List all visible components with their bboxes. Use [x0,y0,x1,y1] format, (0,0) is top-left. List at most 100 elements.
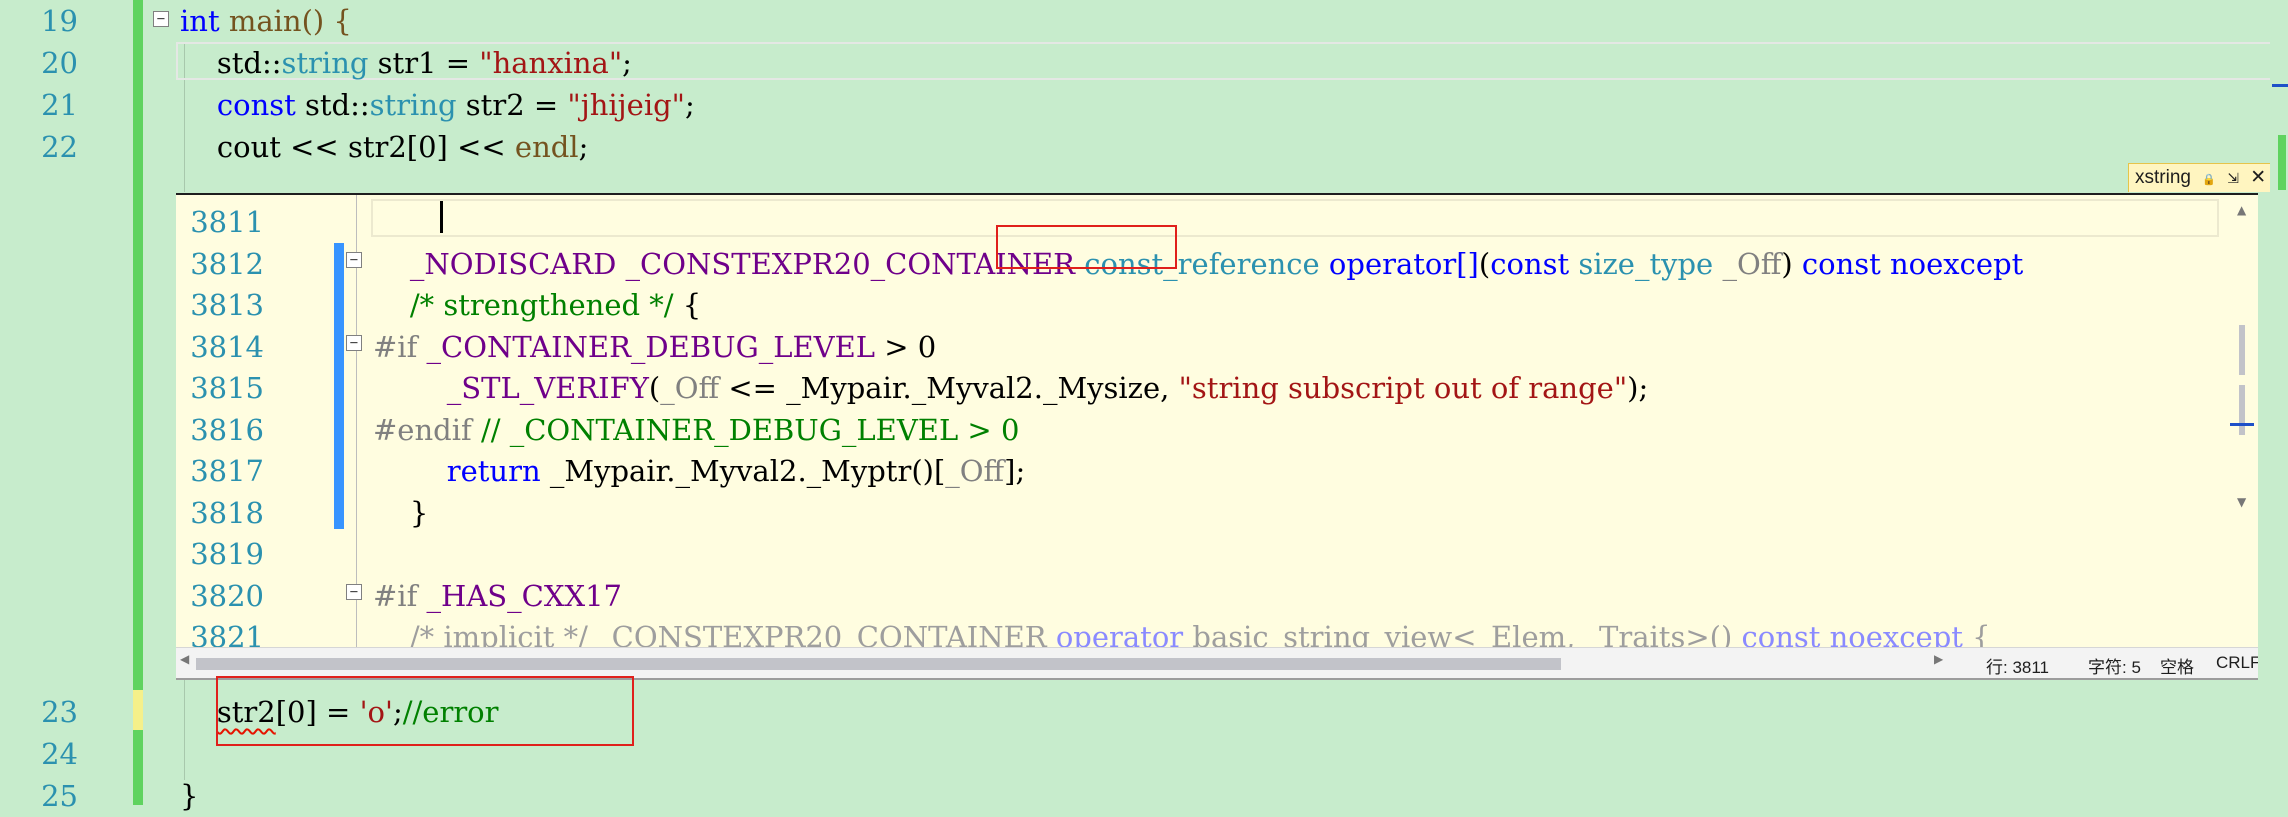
highlight-error-line [216,676,634,746]
code-token: /* strengthened */ [373,288,674,322]
code-token: ; [578,130,589,164]
peek-line-number: 3817 [190,454,264,488]
peek-line-number: 3816 [190,412,264,447]
peek-line-number: 3818 [190,495,264,530]
highlight-const-reference [996,225,1177,269]
code-token: ]; [1004,454,1026,488]
peek-tab-label: xstring [2135,167,2191,188]
peek-status-bar: ◀ ▶ 行: 3811 字符: 5 空格 CRLF [176,647,2258,678]
code-token: _Off [945,454,1005,488]
peek-code-line[interactable]: #endif // _CONTAINER_DEBUG_LEVEL > 0 [373,410,1019,452]
scroll-mark [2230,423,2254,426]
collapse-3820-icon[interactable]: − [346,584,362,600]
code-token: cout << str2[0] << [180,130,515,164]
code-token: "hanxina" [479,46,623,80]
peek-line-number: 3819 [190,537,264,571]
scroll-right-arrow-icon[interactable]: ▶ [1934,652,1943,666]
collapse-main-icon[interactable]: − [153,11,169,27]
peek-definition-tab[interactable]: xstring 🔒 ⇲ ✕ [2128,163,2274,192]
code-line[interactable]: cout << str2[0] << endl; [180,126,589,168]
code-token: } [180,779,199,813]
peek-code-line[interactable]: _STL_VERIFY(_Off <= _Mypair._Myval2._Mys… [373,368,1649,410]
code-token: "jhijeig" [567,88,686,122]
code-token: ( [648,371,661,405]
peek-line-number: 3814 [190,329,264,364]
code-line[interactable]: int main() { [180,0,352,42]
code-line[interactable]: const std::string str2 = "jhijeig"; [180,84,695,126]
code-token: ); [1627,371,1649,405]
scroll-left-arrow-icon[interactable]: ◀ [180,652,189,666]
code-token: _HAS_CXX17 [426,578,623,613]
code-token: _STL_VERIFY [373,371,649,405]
code-token: operator[] [1328,246,1479,281]
peek-line-number: 3811 [190,205,264,239]
close-icon[interactable]: ✕ [2250,167,2266,188]
peek-code-line[interactable]: return _Mypair._Myval2._Myptr()[_Off]; [373,451,1026,493]
code-token: _Off [1722,246,1782,281]
peek-code-line[interactable]: #if _CONTAINER_DEBUG_LEVEL > 0 [373,327,936,369]
code-line[interactable]: } [180,775,198,817]
scroll-thumb[interactable] [2239,325,2245,375]
peek-line-number: 3813 [190,288,264,322]
code-token: string [369,88,457,122]
status-line[interactable]: 行: 3811 [1986,653,2049,678]
overview-change-mark [2278,135,2286,190]
code-token: ( [1478,246,1491,281]
code-token: std:: [295,88,370,122]
peek-code-line[interactable]: } [373,493,428,535]
code-token: ) [1781,246,1802,281]
horizontal-scroll-thumb[interactable] [196,658,1561,670]
line-number: 25 [41,779,78,813]
collapse-3814-icon[interactable]: − [346,335,362,351]
peek-change-bar [334,243,344,529]
code-token: #if [373,578,427,613]
line-number: 24 [41,737,78,771]
code-token: const [1490,246,1570,281]
code-token: return [446,454,541,488]
code-token: endl [514,130,579,164]
line-number: 23 [41,695,78,729]
code-token: size_type [1578,246,1714,281]
peek-definition-window: − − − 3811 3812 _NODISCARD _CONSTEXPR20_C… [176,193,2258,680]
peek-code-line[interactable]: #if _HAS_CXX17 [373,576,622,618]
code-token: // _CONTAINER_DEBUG_LEVEL > 0 [480,412,1020,447]
code-token: str1 = [368,46,480,80]
overview-ruler[interactable] [2270,0,2288,805]
code-token: int [180,4,220,38]
code-token: string [281,46,369,80]
code-token: ; [685,88,695,122]
code-token: const noexcept [1801,246,2024,281]
code-token: { [673,288,702,322]
pin-icon[interactable]: 🔒 [2202,174,2216,186]
code-token: str2 = [456,88,568,122]
line-number: 20 [41,46,78,80]
peek-line-number: 3815 [190,371,264,405]
code-token: > 0 [875,329,937,364]
peek-code-line[interactable]: /* strengthened */ { [373,285,701,327]
code-line[interactable]: std::string str1 = "hanxina"; [180,42,632,84]
promote-to-document-icon[interactable]: ⇲ [2227,170,2239,186]
peek-vertical-scrollbar[interactable]: ▲ ▼ [2228,195,2258,644]
scroll-up-arrow-icon[interactable]: ▲ [2237,203,2246,217]
change-indicator-bar [133,0,143,805]
code-token: _NODISCARD _CONSTEXPR20_CONTAINER [373,246,1085,281]
code-token: main() { [219,4,352,38]
status-char[interactable]: 字符: 5 [2088,653,2141,678]
collapse-3812-icon[interactable]: − [346,252,362,268]
status-eol[interactable]: CRLF [2216,653,2258,673]
code-token: #endif [373,412,481,447]
scroll-thumb-lower[interactable] [2239,385,2245,435]
scroll-down-arrow-icon[interactable]: ▼ [2237,495,2246,509]
line-number: 22 [41,130,78,164]
code-token: "string subscript out of range" [1178,371,1628,405]
overview-mark [2272,84,2288,87]
peek-line-number: 3820 [190,578,264,613]
status-spaces[interactable]: 空格 [2160,653,2194,678]
code-token: #if [373,329,427,364]
code-token: _Off [660,371,720,405]
peek-code-line[interactable]: _NODISCARD _CONSTEXPR20_CONTAINER const _… [373,244,2023,286]
